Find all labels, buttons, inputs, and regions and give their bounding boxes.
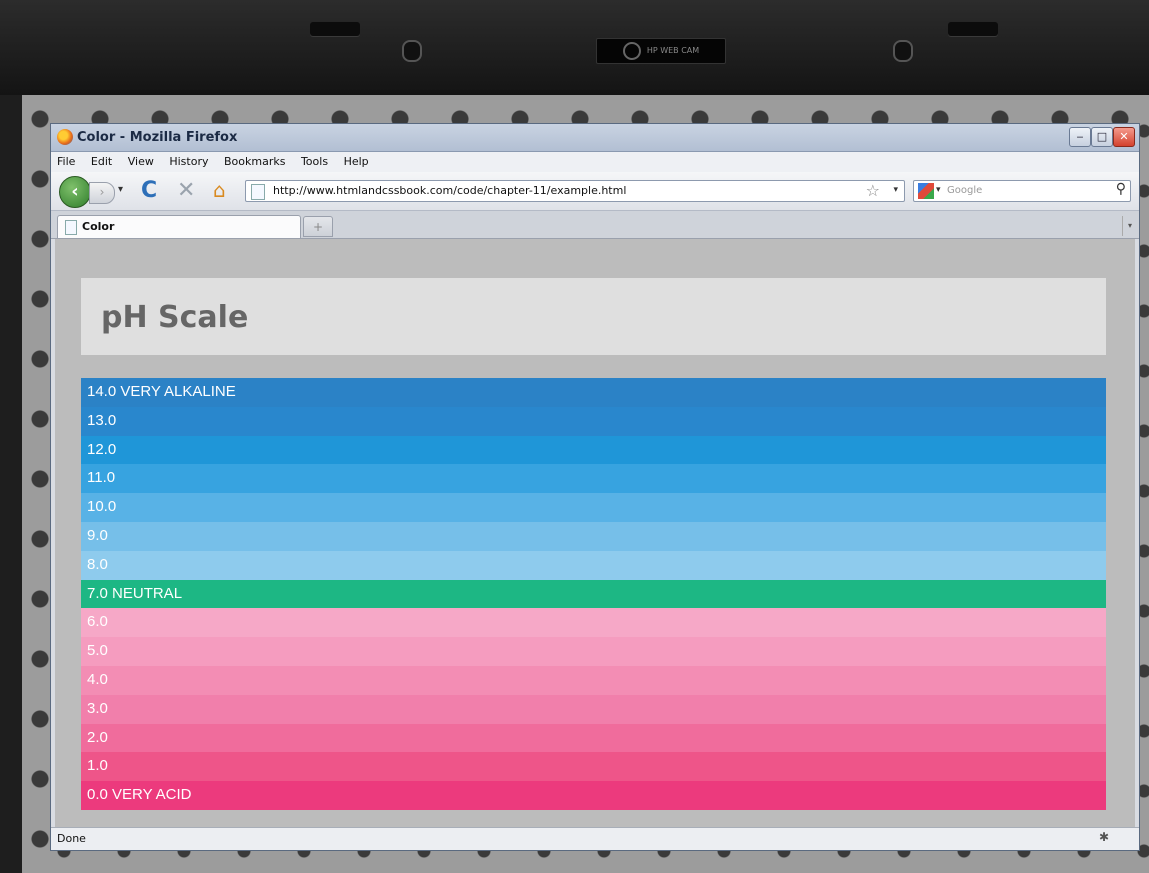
minimize-button[interactable]: ‒ bbox=[1069, 127, 1091, 147]
menu-history[interactable]: History bbox=[163, 152, 214, 168]
maximize-button[interactable]: □ bbox=[1091, 127, 1113, 147]
webcam-lens-icon bbox=[622, 41, 641, 60]
ph-row: 8.0 bbox=[81, 550, 1106, 580]
hinge-right bbox=[948, 22, 998, 36]
ph-row: 0.0 VERY ACID bbox=[81, 781, 1106, 810]
page-title: pH Scale bbox=[101, 300, 249, 335]
search-bar[interactable]: ▾ Google ⚲ bbox=[913, 180, 1131, 202]
tab-list-dropdown-icon[interactable]: ▾ bbox=[1122, 216, 1137, 236]
ph-row: 5.0 bbox=[81, 637, 1106, 666]
menu-help[interactable]: Help bbox=[338, 152, 375, 168]
tab-label: Color bbox=[82, 220, 115, 233]
ph-row: 10.0 bbox=[81, 493, 1106, 522]
navigation-toolbar: ‹ › ▾ C ✕ ⌂ http://www.htmlandcssbook.co… bbox=[51, 172, 1139, 211]
close-button[interactable]: ✕ bbox=[1113, 127, 1135, 147]
stop-button[interactable]: ✕ bbox=[177, 178, 195, 203]
forward-button[interactable]: › bbox=[89, 182, 115, 204]
search-icon[interactable]: ⚲ bbox=[1116, 181, 1126, 197]
ph-row: 1.0 bbox=[81, 752, 1106, 782]
tab-page-icon bbox=[65, 220, 77, 235]
ph-row: 4.0 bbox=[81, 665, 1106, 695]
ph-row: 2.0 bbox=[81, 723, 1106, 753]
search-input[interactable]: Google bbox=[947, 185, 982, 196]
status-text: Done bbox=[57, 832, 86, 845]
webcam: HP WEB CAM bbox=[596, 38, 726, 64]
tab-strip: Color + ▾ bbox=[51, 211, 1139, 239]
url-dropdown-icon[interactable]: ▾ bbox=[893, 185, 898, 195]
mic-right-icon bbox=[893, 40, 913, 62]
ph-row: 6.0 bbox=[81, 608, 1106, 638]
window-title: Color - Mozilla Firefox bbox=[77, 130, 238, 145]
page-content: pH Scale 14.0 VERY ALKALINE 13.0 12.0 11.0 1… bbox=[55, 239, 1135, 827]
ph-row: 7.0 NEUTRAL bbox=[81, 579, 1106, 609]
hinge-left bbox=[310, 22, 360, 36]
browser-window: Color - Mozilla Firefox ‒ □ ✕ File Edit … bbox=[50, 123, 1140, 851]
menu-edit[interactable]: Edit bbox=[85, 152, 118, 168]
menu-bookmarks[interactable]: Bookmarks bbox=[218, 152, 291, 168]
ph-row: 11.0 bbox=[81, 464, 1106, 494]
new-tab-button[interactable]: + bbox=[303, 216, 333, 237]
webcam-label: HP WEB CAM bbox=[646, 46, 700, 55]
firefox-icon bbox=[57, 129, 73, 145]
home-button[interactable]: ⌂ bbox=[213, 178, 226, 202]
ph-row: 3.0 bbox=[81, 694, 1106, 724]
ph-row: 14.0 VERY ALKALINE bbox=[81, 378, 1106, 407]
bookmark-star-icon[interactable]: ☆ bbox=[866, 181, 880, 200]
menu-file[interactable]: File bbox=[51, 152, 81, 168]
page-header: pH Scale bbox=[81, 278, 1106, 355]
back-button[interactable]: ‹ bbox=[59, 176, 91, 208]
search-engine-dropdown-icon[interactable]: ▾ bbox=[936, 185, 941, 195]
menu-tools[interactable]: Tools bbox=[295, 152, 334, 168]
ph-row: 12.0 bbox=[81, 435, 1106, 465]
page-icon bbox=[251, 184, 265, 200]
ph-row: 13.0 bbox=[81, 406, 1106, 436]
menu-view[interactable]: View bbox=[122, 152, 160, 168]
url-bar[interactable]: http://www.htmlandcssbook.com/code/chapt… bbox=[245, 180, 905, 202]
history-dropdown-icon[interactable]: ▾ bbox=[118, 184, 123, 195]
status-bar: Done ✱ bbox=[51, 827, 1139, 850]
title-bar[interactable]: Color - Mozilla Firefox ‒ □ ✕ bbox=[51, 124, 1139, 152]
menu-bar: File Edit View History Bookmarks Tools H… bbox=[51, 152, 1139, 172]
url-input[interactable]: http://www.htmlandcssbook.com/code/chapt… bbox=[273, 184, 626, 197]
mic-left-icon bbox=[402, 40, 422, 62]
search-engine-icon[interactable] bbox=[918, 183, 934, 199]
tab-color[interactable]: Color bbox=[57, 215, 301, 238]
status-addon-icon[interactable]: ✱ bbox=[1099, 830, 1117, 846]
ph-row: 9.0 bbox=[81, 521, 1106, 551]
bezel-top: HP WEB CAM bbox=[0, 0, 1149, 95]
ph-scale: 14.0 VERY ALKALINE 13.0 12.0 11.0 10.0 9.0 8.0… bbox=[81, 378, 1106, 810]
bezel-left-edge bbox=[0, 95, 22, 873]
reload-button[interactable]: C bbox=[141, 178, 157, 203]
